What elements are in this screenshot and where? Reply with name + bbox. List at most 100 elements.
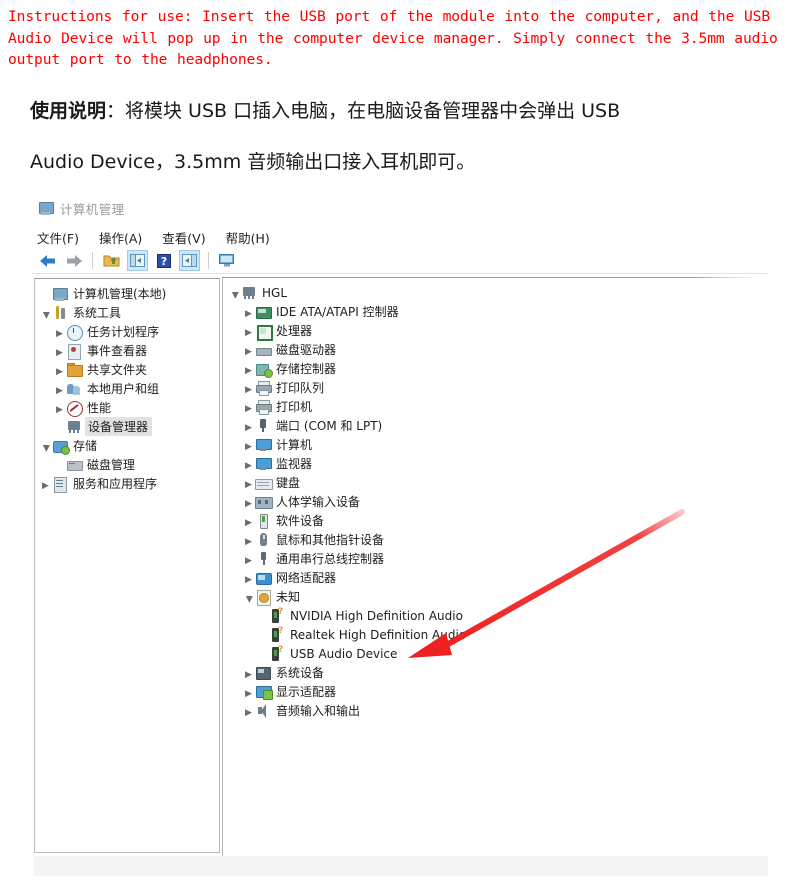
tree-item-event-viewer[interactable]: ▶ 事件查看器 — [39, 341, 219, 360]
chinese-instructions-line-1-rest: ：将模块 USB 口插入电脑，在电脑设备管理器中会弹出 USB — [106, 100, 621, 122]
device-category-usb-controllers[interactable]: ▶ 通用串行总线控制器 — [228, 549, 766, 568]
expander-closed-icon[interactable]: ▶ — [242, 704, 255, 718]
device-node-label: IDE ATA/ATAPI 控制器 — [276, 305, 399, 319]
device-category-printers[interactable]: ▶ 打印机 — [228, 397, 766, 416]
menu-view[interactable]: 查看(V) — [162, 228, 205, 247]
expander-open-icon[interactable]: ▶ — [242, 590, 255, 604]
expander-closed-icon[interactable]: ▶ — [242, 685, 255, 699]
tree-item-disk-management[interactable]: 磁盘管理 — [39, 455, 219, 474]
device-item-realtek-audio[interactable]: ? Realtek High Definition Audio — [228, 625, 766, 644]
device-category-system-devices[interactable]: ▶ 系统设备 — [228, 663, 766, 682]
expander-closed-icon[interactable]: ▶ — [242, 438, 255, 452]
menu-file[interactable]: 文件(F) — [37, 228, 79, 247]
expander-closed-icon[interactable]: ▶ — [242, 324, 255, 338]
show-hide-console-tree-icon[interactable] — [127, 250, 148, 271]
device-node-label: 音频输入和输出 — [276, 704, 361, 718]
monitor-icon[interactable] — [217, 250, 238, 271]
device-node-label: 软件设备 — [276, 514, 325, 528]
device-category-audio-inputs-outputs[interactable]: ▶ 音频输入和输出 — [228, 701, 766, 720]
device-category-monitors[interactable]: ▶ 监视器 — [228, 454, 766, 473]
menu-action[interactable]: 操作(A) — [99, 228, 142, 247]
tree-item-system-tools[interactable]: ▶ 系统工具 — [39, 303, 219, 322]
device-node-label: NVIDIA High Definition Audio — [290, 608, 463, 623]
help-icon[interactable]: ? — [153, 250, 174, 271]
expander-closed-icon[interactable]: ▶ — [242, 362, 255, 376]
expander-closed-icon[interactable]: ▶ — [53, 382, 66, 396]
expander-closed-icon[interactable]: ▶ — [53, 344, 66, 358]
tree-item-shared-folders[interactable]: ▶ 共享文件夹 — [39, 360, 219, 379]
expander-closed-icon[interactable]: ▶ — [242, 495, 255, 509]
expander-closed-icon[interactable]: ▶ — [242, 571, 255, 585]
device-node-label: 未知 — [276, 590, 301, 604]
device-node-label: 打印队列 — [276, 381, 325, 395]
device-category-hid[interactable]: ▶ 人体学输入设备 — [228, 492, 766, 511]
chinese-instructions-line-2: Audio Device，3.5mm 音频输出口接入耳机即可。 — [30, 151, 476, 173]
expander-closed-icon[interactable]: ▶ — [242, 419, 255, 433]
device-category-ide-controllers[interactable]: ▶ IDE ATA/ATAPI 控制器 — [228, 302, 766, 321]
device-category-processors[interactable]: ▶ 处理器 — [228, 321, 766, 341]
back-arrow-icon[interactable] — [37, 250, 58, 271]
tree-item-task-scheduler[interactable]: ▶ 任务计划程序 — [39, 322, 219, 341]
computer-management-icon — [52, 286, 68, 302]
device-node-hgl[interactable]: ▶ HGL — [228, 283, 766, 302]
expander-closed-icon[interactable]: ▶ — [53, 325, 66, 339]
device-category-disk-drives[interactable]: ▶ 磁盘驱动器 — [228, 340, 766, 359]
mouse-icon — [255, 532, 271, 548]
device-category-keyboards[interactable]: ▶ 键盘 — [228, 473, 766, 492]
menu-help[interactable]: 帮助(H) — [226, 228, 270, 247]
device-category-software-devices[interactable]: ▶ 软件设备 — [228, 511, 766, 530]
expander-closed-icon[interactable]: ▶ — [242, 476, 255, 490]
display-adapter-icon — [255, 684, 273, 700]
expander-open-icon[interactable]: ▶ — [228, 286, 241, 300]
device-category-mice[interactable]: ▶ 鼠标和其他指针设备 — [228, 530, 766, 549]
device-item-nvidia-audio[interactable]: ? NVIDIA High Definition Audio — [228, 606, 766, 625]
console-tree-pane[interactable]: 计算机管理(本地) ▶ 系统工具 ▶ 任务计划程序 ▶ 事件查看器 ▶ 共享文件 — [34, 278, 220, 853]
forward-arrow-icon[interactable] — [63, 250, 84, 271]
event-viewer-icon — [66, 343, 82, 360]
device-item-usb-audio-device[interactable]: ? USB Audio Device — [228, 644, 766, 663]
device-category-ports[interactable]: ▶ 端口 (COM 和 LPT) — [228, 416, 766, 435]
expander-closed-icon[interactable]: ▶ — [242, 457, 255, 471]
tree-item-device-manager[interactable]: 设备管理器 — [39, 417, 219, 436]
expander-closed-icon[interactable]: ▶ — [242, 514, 255, 528]
expander-closed-icon[interactable]: ▶ — [39, 477, 52, 491]
up-folder-icon[interactable] — [101, 250, 122, 271]
tree-item-label: 磁盘管理 — [87, 458, 136, 472]
expander-closed-icon[interactable]: ▶ — [242, 381, 255, 395]
show-action-pane-icon[interactable] — [179, 250, 200, 271]
printer-icon — [255, 399, 272, 415]
console-tree: 计算机管理(本地) ▶ 系统工具 ▶ 任务计划程序 ▶ 事件查看器 ▶ 共享文件 — [35, 279, 219, 493]
hid-icon — [255, 494, 273, 510]
device-category-storage-controllers[interactable]: ▶ 存储控制器 — [228, 359, 766, 378]
expander-closed-icon[interactable]: ▶ — [242, 305, 255, 319]
expander-closed-icon[interactable]: ▶ — [242, 552, 255, 566]
expander-closed-icon[interactable]: ▶ — [242, 533, 255, 547]
performance-icon — [66, 400, 83, 417]
expander-open-icon[interactable]: ▶ — [39, 439, 52, 453]
expander-closed-icon[interactable]: ▶ — [242, 400, 255, 414]
expander-open-icon[interactable]: ▶ — [39, 306, 52, 320]
tree-item-services-applications[interactable]: ▶ 服务和应用程序 — [39, 474, 219, 493]
device-category-network-adapters[interactable]: ▶ 网络适配器 — [228, 568, 766, 587]
task-scheduler-icon — [66, 324, 83, 341]
tree-item-computer-management-local[interactable]: 计算机管理(本地) — [39, 284, 219, 303]
expander-closed-icon[interactable]: ▶ — [53, 401, 66, 415]
monitor-icon — [255, 456, 272, 472]
tree-item-storage[interactable]: ▶ 存储 — [39, 436, 219, 455]
tree-item-label: 设备管理器 — [85, 417, 153, 436]
device-tree-pane[interactable]: ▶ HGL ▶ IDE ATA/ATAPI 控制器 ▶ 处理器 ▶ 磁盘驱动器 — [222, 278, 766, 872]
tree-item-label: 任务计划程序 — [87, 325, 160, 339]
tree-item-local-users-groups[interactable]: ▶ 本地用户和组 — [39, 379, 219, 398]
expander-closed-icon[interactable]: ▶ — [242, 343, 255, 357]
processor-icon — [255, 323, 273, 341]
expander-closed-icon[interactable]: ▶ — [53, 363, 66, 377]
device-category-unknown[interactable]: ▶ 未知 — [228, 587, 766, 606]
device-category-computer[interactable]: ▶ 计算机 — [228, 435, 766, 454]
device-category-display-adapters[interactable]: ▶ 显示适配器 — [228, 682, 766, 701]
window-titlebar: 计算机管理 — [32, 196, 768, 220]
device-category-print-queues[interactable]: ▶ 打印队列 — [228, 378, 766, 397]
expander-closed-icon[interactable]: ▶ — [242, 666, 255, 680]
tree-item-performance[interactable]: ▶ 性能 — [39, 398, 219, 417]
unknown-device-question-icon: ? — [269, 607, 285, 624]
device-manager-icon — [66, 419, 82, 435]
